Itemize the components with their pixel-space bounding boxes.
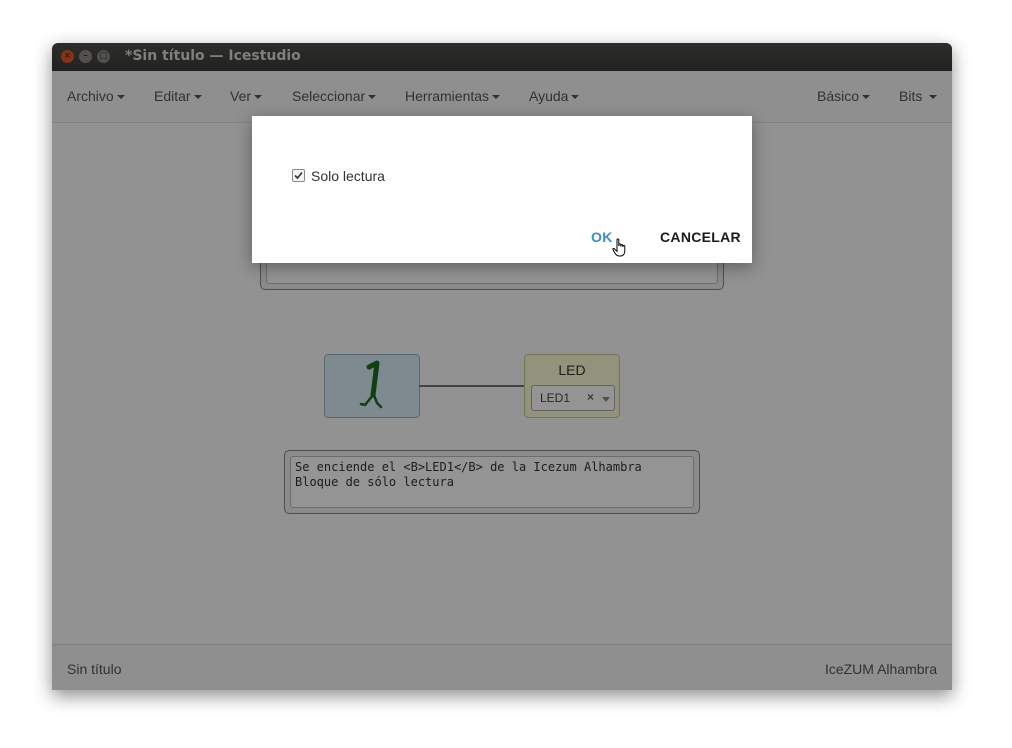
hand-pointer-icon [612, 238, 626, 257]
cancel-button[interactable]: CANCELAR [660, 229, 741, 245]
readonly-label: Solo lectura [311, 168, 385, 184]
readonly-checkbox[interactable] [292, 169, 305, 182]
readonly-option[interactable]: Solo lectura [292, 168, 385, 184]
properties-dialog: Solo lectura OK CANCELAR [252, 116, 752, 263]
checkmark-icon [294, 171, 303, 180]
ok-button[interactable]: OK [591, 229, 613, 245]
